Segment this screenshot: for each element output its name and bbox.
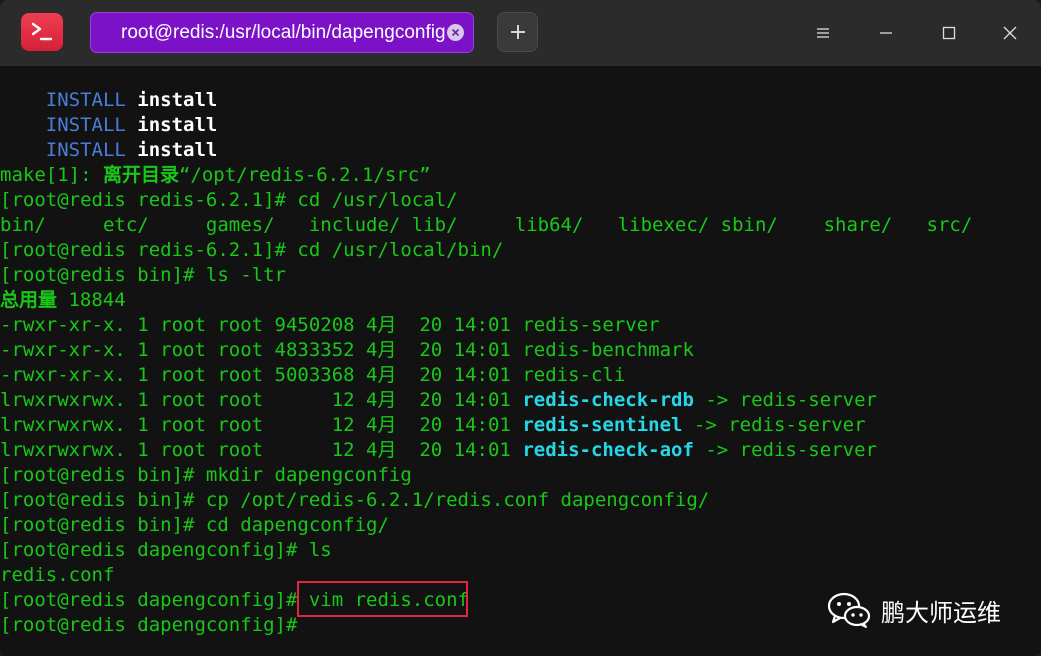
terminal-text-segment: install — [137, 114, 218, 136]
terminal-text-segment: -> redis-server — [682, 414, 866, 436]
command-highlight-box — [297, 581, 468, 617]
terminal-line: lrwxrwxrwx. 1 root root 12 4月 20 14:01 r… — [0, 413, 866, 438]
terminal-text-segment: [root@redis bin]# cd dapengconfig/ — [0, 514, 389, 536]
close-x-icon — [451, 28, 460, 37]
terminal-text-segment: INSTALL — [45, 139, 126, 161]
terminal-line: [root@redis bin]# ls -ltr — [0, 263, 286, 288]
terminal-text-segment: make[1]: — [0, 164, 103, 186]
terminal-line: -rwxr-xr-x. 1 root root 4833352 4月 20 14… — [0, 338, 694, 363]
plus-icon — [510, 25, 525, 39]
wechat-icon — [827, 592, 871, 628]
terminal-text-segment: [root@redis bin]# cp /opt/redis-6.2.1/re… — [0, 489, 710, 511]
terminal-line: [root@redis dapengconfig]# — [0, 613, 297, 638]
terminal-text-segment: -rwxr-xr-x. 1 root root 9450208 4月 20 14… — [0, 314, 660, 336]
terminal-text-segment: -> redis-server — [693, 389, 877, 411]
terminal-text-segment: INSTALL — [45, 114, 126, 136]
terminal-text-segment: [root@redis dapengconfig]# — [0, 614, 298, 636]
terminal-text-segment: -rwxr-xr-x. 1 root root 5003368 4月 20 14… — [0, 364, 626, 386]
terminal-app-icon[interactable] — [21, 13, 63, 51]
terminal-text-segment: 总用量 — [0, 289, 58, 311]
terminal-line: INSTALL install — [0, 113, 218, 138]
terminal-text-segment: [root@redis dapengconfig]# ls — [0, 539, 332, 561]
terminal-text-segment: redis-check-aof — [522, 439, 694, 461]
terminal-text-segment: [root@redis redis-6.2.1]# cd /usr/local/… — [0, 239, 504, 261]
terminal-output[interactable]: INSTALL install INSTALL install INSTALL … — [0, 88, 1041, 656]
terminal-line: INSTALL install — [0, 88, 218, 113]
terminal-line: make[1]: 离开目录“/opt/redis-6.2.1/src” — [0, 163, 431, 188]
terminal-text-segment: [root@redis bin]# mkdir dapengconfig — [0, 464, 412, 486]
hamburger-menu-icon — [817, 28, 829, 38]
minimize-icon — [880, 32, 892, 34]
tab-active[interactable]: root@redis:/usr/local/bin/dapengconfig — [90, 12, 474, 53]
close-icon — [1003, 26, 1017, 40]
terminal-text-segment: lrwxrwxrwx. 1 root root 12 4月 20 14:01 — [0, 439, 523, 461]
tab-close-icon[interactable] — [447, 24, 464, 41]
maximize-icon — [942, 26, 956, 40]
new-tab-button[interactable] — [497, 12, 538, 52]
terminal-text-segment: redis-sentinel — [522, 414, 683, 436]
minimize-button[interactable] — [871, 18, 901, 48]
terminal-text-segment: INSTALL — [45, 89, 126, 111]
maximize-button[interactable] — [934, 18, 964, 48]
terminal-line: [root@redis bin]# mkdir dapengconfig — [0, 463, 412, 488]
terminal-text-segment: [root@redis redis-6.2.1]# cd /usr/local/ — [0, 189, 458, 211]
terminal-line: INSTALL install — [0, 138, 218, 163]
terminal-line: 总用量 18844 — [0, 288, 126, 313]
close-window-button[interactable] — [995, 18, 1025, 48]
terminal-window: root@redis:/usr/local/bin/dapengconfig I… — [0, 0, 1041, 656]
watermark: 鹏大师运维 — [827, 590, 1001, 630]
terminal-text-segment: “/opt/redis-6.2.1/src” — [178, 164, 431, 186]
terminal-text-segment: lrwxrwxrwx. 1 root root 12 4月 20 14:01 — [0, 389, 523, 411]
terminal-text-segment: 离开目录 — [102, 164, 179, 186]
terminal-line: lrwxrwxrwx. 1 root root 12 4月 20 14:01 r… — [0, 438, 877, 463]
terminal-line: lrwxrwxrwx. 1 root root 12 4月 20 14:01 r… — [0, 388, 877, 413]
terminal-line: [root@redis redis-6.2.1]# cd /usr/local/… — [0, 238, 503, 263]
terminal-line: [root@redis bin]# cd dapengconfig/ — [0, 513, 389, 538]
terminal-text-segment: -> redis-server — [693, 439, 877, 461]
terminal-text-segment: [root@redis bin]# ls -ltr — [0, 264, 286, 286]
menu-button[interactable] — [808, 18, 838, 48]
title-bar: root@redis:/usr/local/bin/dapengconfig — [0, 0, 1041, 66]
terminal-line: -rwxr-xr-x. 1 root root 5003368 4月 20 14… — [0, 363, 625, 388]
terminal-text-segment: bin/ etc/ games/ include/ lib/ lib64/ li… — [0, 214, 973, 236]
terminal-line: bin/ etc/ games/ include/ lib/ lib64/ li… — [0, 213, 972, 238]
terminal-line: [root@redis redis-6.2.1]# cd /usr/local/ — [0, 188, 458, 213]
terminal-text-segment: install — [137, 139, 218, 161]
terminal-text-segment: -rwxr-xr-x. 1 root root 4833352 4月 20 14… — [0, 339, 694, 361]
terminal-prompt-icon — [31, 22, 53, 41]
terminal-line: -rwxr-xr-x. 1 root root 9450208 4月 20 14… — [0, 313, 660, 338]
terminal-text-segment: redis.conf — [0, 564, 115, 586]
terminal-text-segment: 18844 — [57, 289, 126, 311]
terminal-text-segment: install — [137, 89, 218, 111]
terminal-text-segment: lrwxrwxrwx. 1 root root 12 4月 20 14:01 — [0, 414, 523, 436]
watermark-text: 鹏大师运维 — [881, 598, 1001, 627]
terminal-line: redis.conf — [0, 563, 114, 588]
terminal-line: [root@redis dapengconfig]# ls — [0, 538, 332, 563]
tab-title: root@redis:/usr/local/bin/dapengconfig — [121, 22, 446, 43]
terminal-line: [root@redis bin]# cp /opt/redis-6.2.1/re… — [0, 488, 709, 513]
terminal-text-segment: redis-check-rdb — [522, 389, 694, 411]
